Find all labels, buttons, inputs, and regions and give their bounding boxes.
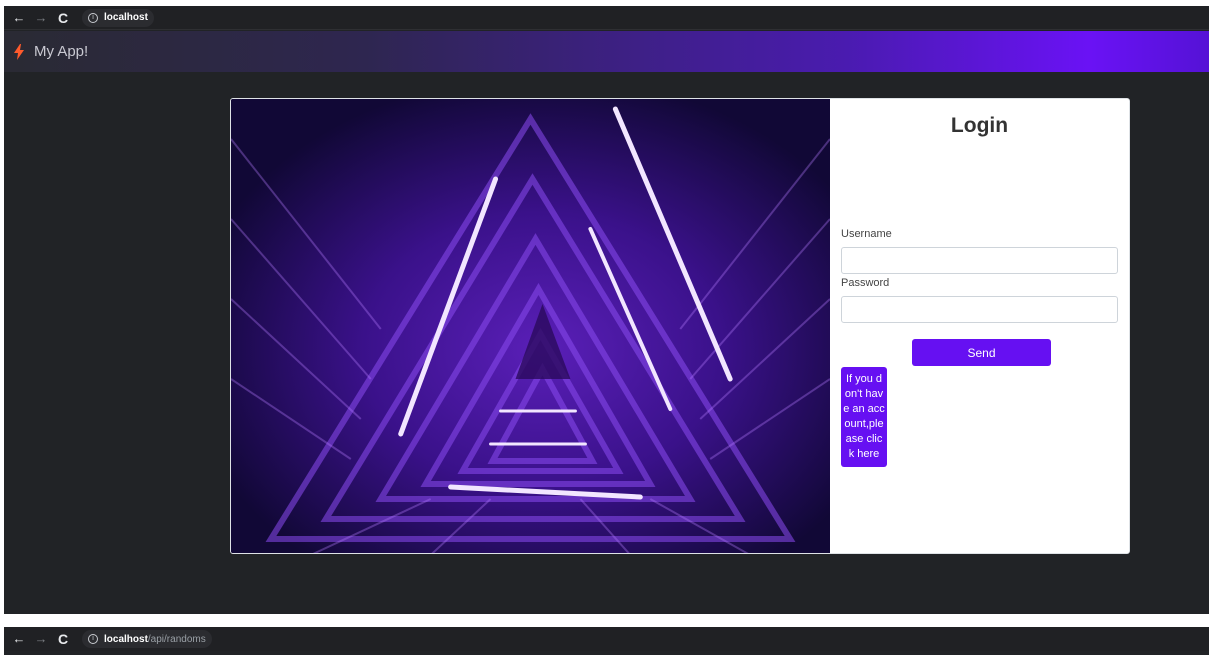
- login-title: Login: [950, 114, 1009, 137]
- password-input[interactable]: [841, 296, 1118, 323]
- bolt-icon: [14, 43, 24, 60]
- url-field[interactable]: i localhost: [82, 8, 154, 27]
- send-button[interactable]: Send: [912, 339, 1051, 366]
- address-bar-2: ← → C i localhost/api/randoms: [4, 627, 1209, 651]
- browser-window-2: ← → C i localhost/api/randoms: [4, 627, 1209, 655]
- password-label: Password: [841, 277, 890, 289]
- hero-image: [231, 99, 830, 553]
- browser-window: ← → C i localhost My App! Login Username…: [4, 6, 1209, 614]
- info-icon[interactable]: i: [88, 634, 98, 644]
- info-icon[interactable]: i: [88, 12, 98, 23]
- register-link-button[interactable]: If you don't have an account,please clic…: [841, 367, 887, 467]
- address-bar: ← → C i localhost: [4, 6, 1209, 30]
- url-host-2: localhost: [104, 633, 148, 645]
- login-card: Login Username Password Send If you don'…: [230, 98, 1130, 554]
- url-host: localhost: [104, 12, 148, 23]
- reload-icon[interactable]: C: [54, 9, 72, 27]
- forward-arrow-icon[interactable]: →: [32, 630, 50, 648]
- url-field-2[interactable]: i localhost/api/randoms: [82, 630, 212, 648]
- url-path-2: /api/randoms: [147, 633, 206, 645]
- back-arrow-icon[interactable]: ←: [10, 9, 28, 27]
- username-label: Username: [841, 228, 892, 240]
- reload-icon[interactable]: C: [54, 630, 72, 648]
- back-arrow-icon[interactable]: ←: [10, 630, 28, 648]
- login-form: Login Username Password Send If you don'…: [830, 99, 1129, 553]
- app-brand[interactable]: My App!: [34, 43, 88, 60]
- forward-arrow-icon[interactable]: →: [32, 9, 50, 27]
- username-input[interactable]: [841, 247, 1118, 274]
- app-navbar: My App!: [4, 31, 1209, 72]
